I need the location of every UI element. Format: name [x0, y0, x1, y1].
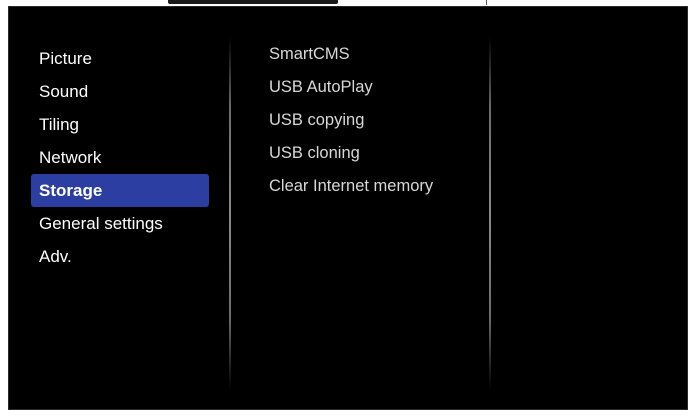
main-menu: Picture Sound Tiling Network Storage Gen… — [31, 42, 209, 273]
storage-submenu: SmartCMS USB AutoPlay USB copying USB cl… — [269, 38, 479, 203]
menu-item-storage[interactable]: Storage — [31, 174, 209, 207]
submenu-item-usb-copying[interactable]: USB copying — [269, 104, 479, 137]
osd-screen: Picture Sound Tiling Network Storage Gen… — [8, 6, 688, 410]
menu-item-sound[interactable]: Sound — [31, 75, 209, 108]
submenu-item-usb-cloning[interactable]: USB cloning — [269, 137, 479, 170]
clipped-edge-mark — [486, 0, 487, 5]
column-divider-left — [229, 37, 231, 389]
submenu-item-clear-internet-memory[interactable]: Clear Internet memory — [269, 170, 479, 203]
column-divider-right — [489, 37, 491, 389]
menu-item-network[interactable]: Network — [31, 141, 209, 174]
menu-item-adv[interactable]: Adv. — [31, 240, 209, 273]
menu-item-picture[interactable]: Picture — [31, 42, 209, 75]
menu-item-general-settings[interactable]: General settings — [31, 207, 209, 240]
submenu-item-smartcms[interactable]: SmartCMS — [269, 38, 479, 71]
menu-item-tiling[interactable]: Tiling — [31, 108, 209, 141]
submenu-item-usb-autoplay[interactable]: USB AutoPlay — [269, 71, 479, 104]
clipped-title-bar — [168, 0, 338, 4]
